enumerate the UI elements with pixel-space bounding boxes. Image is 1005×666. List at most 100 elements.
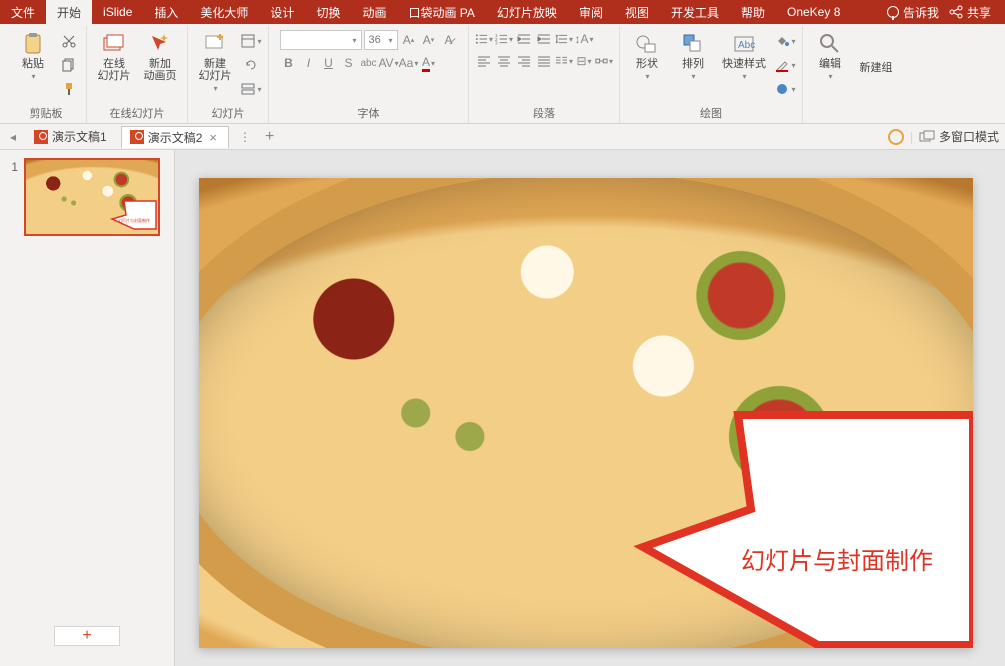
tab-onekey[interactable]: OneKey 8 <box>776 0 851 24</box>
group-label: 绘图 <box>700 103 722 123</box>
prev-doc-button[interactable]: ◂ <box>6 130 20 144</box>
align-center-button[interactable] <box>495 52 513 70</box>
line-spacing-button[interactable]: ▾ <box>555 30 573 48</box>
tell-me-button[interactable]: 告诉我 <box>887 4 939 21</box>
decrease-indent-button[interactable] <box>515 30 533 48</box>
align-left-icon <box>477 54 491 68</box>
callout-shape-icon <box>112 201 156 229</box>
doc-menu-button[interactable]: ⋮ <box>235 130 255 144</box>
close-tab-button[interactable]: × <box>206 130 220 145</box>
align-left-button[interactable] <box>475 52 493 70</box>
quick-styles-button[interactable]: Abc 快速样式▾ <box>718 30 770 83</box>
font-family-selector[interactable]: ▾ <box>280 30 362 50</box>
tab-home[interactable]: 开始 <box>46 0 92 24</box>
increase-font-button[interactable]: A▴ <box>400 31 418 49</box>
format-painter-button[interactable] <box>58 78 80 100</box>
doc-tab-2[interactable]: 演示文稿2 × <box>121 126 229 148</box>
tab-animations[interactable]: 动画 <box>351 0 397 24</box>
reset-button[interactable] <box>240 54 262 76</box>
tab-beautify[interactable]: 美化大师 <box>189 0 259 24</box>
group-editing: 编辑▾ 新建组 <box>803 26 903 123</box>
outdent-icon <box>517 32 531 46</box>
chevron-down-icon: ▾ <box>31 72 35 81</box>
increase-indent-button[interactable] <box>535 30 553 48</box>
text-direction-button[interactable]: ↕A▾ <box>575 30 593 48</box>
slide-canvas-area[interactable]: 幻灯片与封面制作 <box>175 150 1005 666</box>
group-clipboard: 粘贴 ▾ 剪贴板 <box>6 26 87 123</box>
columns-button[interactable]: ▾ <box>555 52 573 70</box>
styles-icon: Abc <box>732 32 756 56</box>
ribbon: 粘贴 ▾ 剪贴板 在线 幻灯片 新加 动画页 在线幻灯片 <box>0 24 1005 124</box>
tab-view[interactable]: 视图 <box>614 0 660 24</box>
tab-slideshow[interactable]: 幻灯片放映 <box>486 0 568 24</box>
tab-transitions[interactable]: 切换 <box>305 0 351 24</box>
tab-islide[interactable]: iSlide <box>92 0 143 24</box>
callout-shape[interactable]: 幻灯片与封面制作 <box>643 415 973 648</box>
smartart-icon <box>595 54 608 68</box>
group-label: 段落 <box>533 103 555 123</box>
settings-button[interactable] <box>888 129 904 145</box>
chevron-down-icon: ▾ <box>213 84 217 93</box>
online-slides-button[interactable]: 在线 幻灯片 <box>93 30 135 84</box>
underline-button[interactable]: U <box>320 54 338 72</box>
smartart-button[interactable]: ▾ <box>595 52 613 70</box>
strike-button[interactable]: S <box>340 54 358 72</box>
font-color-button[interactable]: A▾ <box>420 54 438 72</box>
clear-format-button[interactable]: A̷ <box>440 31 458 49</box>
shape-outline-button[interactable]: ▾ <box>774 54 796 76</box>
tab-help[interactable]: 帮助 <box>730 0 776 24</box>
shapes-button[interactable]: 形状▾ <box>626 30 668 83</box>
change-case-button[interactable]: Aa▾ <box>400 54 418 72</box>
slide-thumbnail-1[interactable]: 幻灯片与封面制作 <box>24 158 160 236</box>
share-button[interactable]: 共享 <box>949 4 991 21</box>
char-spacing-button[interactable]: AV▾ <box>380 54 398 72</box>
new-doc-button[interactable]: + <box>261 128 278 146</box>
justify-icon <box>537 54 551 68</box>
layout-button[interactable]: ▾ <box>240 30 262 52</box>
bold-button[interactable]: B <box>280 54 298 72</box>
copy-button[interactable] <box>58 54 80 76</box>
numbering-button[interactable]: 123▾ <box>495 30 513 48</box>
shapes-icon <box>635 32 659 56</box>
shape-fill-button[interactable]: ▾ <box>774 30 796 52</box>
align-text-icon: ⊟ <box>576 54 586 68</box>
shape-effects-button[interactable]: ▾ <box>774 78 796 100</box>
columns-icon <box>555 54 568 68</box>
new-animation-page-button[interactable]: 新加 动画页 <box>139 30 181 84</box>
slide[interactable]: 幻灯片与封面制作 <box>199 178 973 648</box>
align-right-icon <box>517 54 531 68</box>
tell-me-label: 告诉我 <box>903 4 939 21</box>
doc-tab-1[interactable]: 演示文稿1 <box>26 126 115 147</box>
tab-review[interactable]: 审阅 <box>568 0 614 24</box>
copy-icon <box>61 57 77 73</box>
decrease-font-button[interactable]: A▾ <box>420 31 438 49</box>
shadow-button[interactable]: abc <box>360 54 378 72</box>
font-size-selector[interactable]: 36▾ <box>364 30 398 50</box>
share-label: 共享 <box>967 4 991 21</box>
text-direction-icon: ↕A <box>574 32 588 46</box>
tab-design[interactable]: 设计 <box>259 0 305 24</box>
arrange-button[interactable]: 排列▾ <box>672 30 714 83</box>
tab-pocket[interactable]: 口袋动画 PA <box>397 0 485 24</box>
editing-button[interactable]: 编辑▾ <box>809 30 851 83</box>
new-group-button[interactable]: 新建组 <box>855 30 897 76</box>
add-slide-button[interactable]: + <box>54 626 120 646</box>
italic-button[interactable]: I <box>300 54 318 72</box>
bullets-button[interactable]: ▾ <box>475 30 493 48</box>
justify-button[interactable] <box>535 52 553 70</box>
paste-button[interactable]: 粘贴 ▾ <box>12 30 54 83</box>
tab-file[interactable]: 文件 <box>0 0 46 24</box>
callout-text[interactable]: 幻灯片与封面制作 <box>741 541 933 576</box>
align-right-button[interactable] <box>515 52 533 70</box>
tab-developer[interactable]: 开发工具 <box>660 0 730 24</box>
multi-window-button[interactable]: 多窗口模式 <box>919 128 999 145</box>
group-label: 在线幻灯片 <box>110 103 165 123</box>
paste-icon <box>21 32 45 56</box>
section-button[interactable]: ▾ <box>240 78 262 100</box>
new-slide-button[interactable]: 新建 幻灯片 ▾ <box>194 30 236 95</box>
lightbulb-icon <box>887 6 899 18</box>
thumb-number: 1 <box>6 158 18 236</box>
align-text-button[interactable]: ⊟▾ <box>575 52 593 70</box>
tab-insert[interactable]: 插入 <box>143 0 189 24</box>
cut-button[interactable] <box>58 30 80 52</box>
